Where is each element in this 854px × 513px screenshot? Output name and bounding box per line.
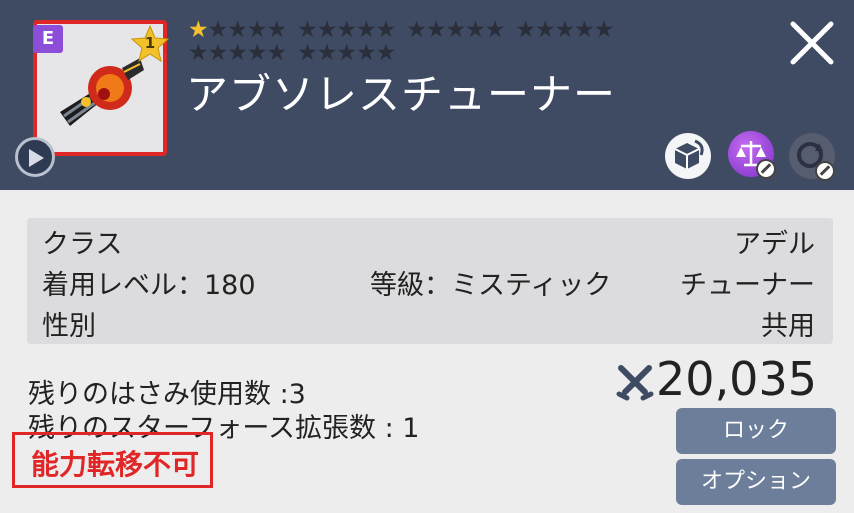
play-preview-button[interactable] [15, 137, 55, 177]
grade-badge: E [33, 25, 63, 53]
item-rank: 等級：ミスティック [370, 270, 612, 301]
option-button[interactable]: オプション [676, 459, 836, 505]
scale-icon[interactable] [728, 131, 776, 179]
no-transfer-notice: 能力転移不可 [12, 432, 213, 488]
close-icon[interactable] [787, 18, 837, 68]
lock-button[interactable]: ロック [676, 408, 836, 454]
required-level: 着用レベル：180 [42, 270, 256, 301]
transfer-icon[interactable] [665, 133, 711, 179]
price-value: 20,035 [656, 352, 817, 406]
starforce-stars: ★★★★★ ★★★★★ ★★★★★ ★★★★★ ★★★★★ ★★★★★ [188, 17, 614, 66]
item-detail-window: E 1 ★★★★★ ★★★★★ ★★★★★ ★★★★★ ★★★★★ ★★★★★ アブソレ [0, 0, 854, 513]
level-star-badge: 1 [130, 24, 170, 64]
gender-value: 共用 [761, 311, 815, 342]
item-header: E 1 ★★★★★ ★★★★★ ★★★★★ ★★★★★ ★★★★★ ★★★★★ アブソレ [0, 0, 854, 190]
reset-icon[interactable] [789, 133, 835, 181]
class-label: クラス [42, 229, 123, 260]
item-info-box: クラス アデル 着用レベル：180 等級：ミスティック チューナー 性別 共用 [27, 218, 833, 344]
swords-icon [616, 365, 654, 401]
gender-row: 性別 共用 [27, 304, 833, 342]
item-type: チューナー [680, 270, 815, 301]
item-name: アブソレスチューナー [186, 70, 617, 119]
price-display: 20,035 [615, 352, 835, 406]
class-value: アデル [734, 229, 815, 260]
level-row: 着用レベル：180 等級：ミスティック チューナー [27, 263, 833, 301]
class-row: クラス アデル [27, 222, 833, 260]
gender-label: 性別 [42, 311, 96, 342]
